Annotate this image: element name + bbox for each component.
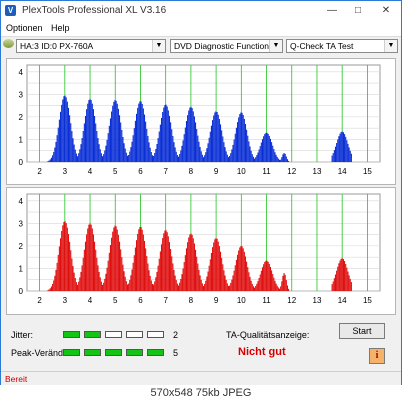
x-tick-label: 13: [313, 296, 322, 305]
status-text: Bereit: [5, 374, 28, 384]
y-tick-label: 3: [19, 219, 24, 228]
x-tick-label: 8: [189, 167, 194, 176]
title-bar: V PlexTools Professional XL V3.16 — □ ✕: [1, 1, 401, 21]
x-tick-label: 15: [363, 296, 372, 305]
drive-select[interactable]: HA:3 ID:0 PX-760A ▼: [16, 39, 166, 53]
test-select[interactable]: Q-Check TA Test ▼: [286, 39, 398, 53]
meter-cell: [126, 349, 143, 356]
x-tick-label: 7: [163, 296, 168, 305]
menu-item-help[interactable]: Help: [51, 23, 70, 33]
maximize-icon[interactable]: □: [347, 3, 369, 18]
test-select-value: Q-Check TA Test: [290, 41, 354, 51]
app-window: V PlexTools Professional XL V3.16 — □ ✕ …: [0, 0, 402, 402]
plot-area: [26, 64, 381, 163]
x-tick-label: 6: [138, 296, 143, 305]
x-tick-label: 3: [63, 167, 68, 176]
x-tick-label: 4: [88, 167, 93, 176]
x-tick-label: 10: [237, 167, 246, 176]
chevron-down-icon: ▼: [384, 40, 397, 52]
x-tick-label: 11: [262, 167, 271, 176]
x-tick-label: 2: [37, 167, 42, 176]
y-tick-label: 1: [19, 135, 24, 144]
x-tick-label: 7: [163, 167, 168, 176]
menu-item-optionen[interactable]: Optionen: [6, 23, 43, 33]
close-icon[interactable]: ✕: [375, 3, 397, 18]
drive-select-value: HA:3 ID:0 PX-760A: [20, 41, 94, 51]
y-tick-label: 2: [19, 113, 24, 122]
meter-cell: [147, 349, 164, 356]
y-tick-label: 0: [19, 287, 24, 296]
x-tick-label: 12: [287, 167, 296, 176]
info-icon[interactable]: i: [369, 348, 385, 364]
x-tick-label: 10: [237, 296, 246, 305]
chart-panel-bottom: 4 3 2 1 0 2 3 4 5 6 7 8 9 10 11 12 13 14 15: [6, 187, 396, 315]
x-tick-label: 14: [338, 167, 347, 176]
x-tick-label: 2: [37, 296, 42, 305]
plextools-icon: V: [5, 5, 16, 16]
x-tick-label: 15: [363, 167, 372, 176]
chart-bottom: 432102 3 4 5 6 7 8 9 10 11 12 13 14 15: [19, 193, 381, 305]
x-tick-label: 3: [63, 296, 68, 305]
y-tick-label: 3: [19, 90, 24, 99]
meter-cell: [105, 349, 122, 356]
x-tick-label: 11: [262, 296, 271, 305]
plot-area: [26, 193, 381, 292]
peak-value: 5: [173, 348, 179, 358]
function-select-value: DVD Diagnostic Functions: [174, 41, 274, 51]
x-tick-label: 8: [189, 296, 194, 305]
chart-panel-top: 4 3 2 1 0 2 3 4 5 6 7 8 9 10 11 12 13 14 15: [6, 58, 396, 185]
y-tick-label: 0: [19, 158, 24, 167]
x-tick-label: 9: [214, 167, 219, 176]
x-tick-label: 12: [287, 296, 296, 305]
minimize-icon[interactable]: —: [321, 3, 343, 18]
x-tick-label: 5: [113, 296, 118, 305]
y-tick-label: 1: [19, 264, 24, 273]
drive-icon: [3, 39, 14, 48]
meter-cell: [84, 349, 101, 356]
toolbar: HA:3 ID:0 PX-760A ▼ DVD Diagnostic Funct…: [1, 37, 401, 56]
x-tick-label: 9: [214, 296, 219, 305]
status-bar: Bereit: [1, 371, 401, 386]
meter-cell: [126, 331, 143, 338]
quality-value: Nicht gut: [238, 346, 286, 358]
chevron-down-icon: ▼: [152, 40, 165, 52]
x-tick-label: 4: [88, 296, 93, 305]
window-title: PlexTools Professional XL V3.16: [22, 5, 167, 16]
meter-cell: [84, 331, 101, 338]
start-button[interactable]: Start: [339, 323, 385, 339]
x-tick-label: 6: [138, 167, 143, 176]
function-select[interactable]: DVD Diagnostic Functions ▼: [170, 39, 283, 53]
jitter-label: Jitter:: [11, 330, 34, 340]
x-tick-label: 14: [338, 296, 347, 305]
meter-cell: [105, 331, 122, 338]
chart-top: 432102 3 4 5 6 7 8 9 10 11 12 13 14 15: [19, 64, 381, 176]
chevron-down-icon: ▼: [269, 40, 282, 52]
y-tick-label: 4: [19, 68, 24, 77]
x-tick-label: 13: [313, 167, 322, 176]
meter-cell: [63, 349, 80, 356]
y-tick-label: 2: [19, 242, 24, 251]
image-caption: 570x548 75kb JPEG: [0, 385, 402, 402]
x-tick-label: 5: [113, 167, 118, 176]
quality-label: TA-Qualitätsanzeige:: [226, 330, 310, 340]
y-tick-label: 4: [19, 197, 24, 206]
jitter-value: 2: [173, 330, 179, 340]
meter-cell: [147, 331, 164, 338]
peak-label: Peak-Veränd:: [11, 348, 66, 358]
meter-cell: [63, 331, 80, 338]
menu-bar: Optionen Help: [1, 21, 401, 37]
